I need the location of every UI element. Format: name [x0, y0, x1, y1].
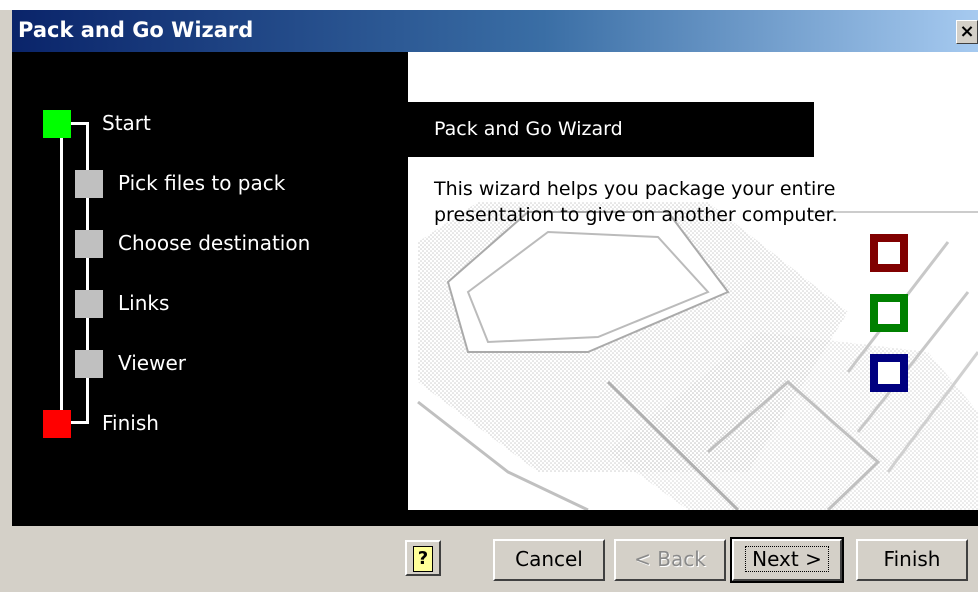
- step-marker-icon: [43, 410, 71, 438]
- decorative-square-red: [870, 234, 908, 272]
- close-icon: ×: [959, 21, 975, 42]
- content-area: Pack and Go Wizard This wizard helps you…: [408, 52, 978, 510]
- wizard-description: This wizard helps you package your entir…: [434, 178, 838, 226]
- step-label: Pick files to pack: [118, 171, 286, 195]
- close-button[interactable]: ×: [956, 20, 978, 44]
- step-marker-icon: [75, 290, 103, 318]
- title-bar: Pack and Go Wizard ×: [12, 10, 978, 52]
- finish-button[interactable]: Finish: [856, 539, 968, 581]
- step-marker-icon: [75, 170, 103, 198]
- step-marker-icon: [75, 230, 103, 258]
- step-label: Viewer: [118, 351, 186, 375]
- cancel-button-label: Cancel: [515, 547, 583, 571]
- finish-button-label: Finish: [883, 547, 941, 571]
- back-button[interactable]: < Back: [614, 539, 726, 581]
- content-heading-banner: Pack and Go Wizard: [408, 102, 814, 157]
- step-label: Choose destination: [118, 231, 311, 255]
- step-label: Start: [102, 111, 151, 135]
- step-tree-line-right: [86, 122, 89, 424]
- step-marker-icon: [75, 350, 103, 378]
- next-button[interactable]: Next >: [730, 537, 844, 583]
- help-button[interactable]: ?: [405, 540, 441, 576]
- step-tree-line-left: [60, 136, 63, 418]
- decorative-square-blue: [870, 354, 908, 392]
- decorative-square-green: [870, 294, 908, 332]
- cancel-button[interactable]: Cancel: [493, 539, 605, 581]
- step-connector: [71, 122, 89, 125]
- desktop-background-strip: [0, 0, 978, 10]
- help-icon: ?: [413, 546, 433, 572]
- window-title: Pack and Go Wizard: [18, 18, 254, 42]
- next-button-label: Next >: [745, 546, 829, 572]
- wizard-step-panel: Start Pick files to pack Choose destinat…: [12, 52, 408, 526]
- step-marker-icon: [43, 110, 71, 138]
- step-label: Links: [118, 291, 170, 315]
- wizard-content-panel: Pack and Go Wizard This wizard helps you…: [408, 52, 978, 526]
- content-heading: Pack and Go Wizard: [434, 118, 623, 140]
- step-connector: [71, 421, 89, 424]
- step-label: Finish: [102, 411, 159, 435]
- back-button-label: < Back: [634, 547, 706, 571]
